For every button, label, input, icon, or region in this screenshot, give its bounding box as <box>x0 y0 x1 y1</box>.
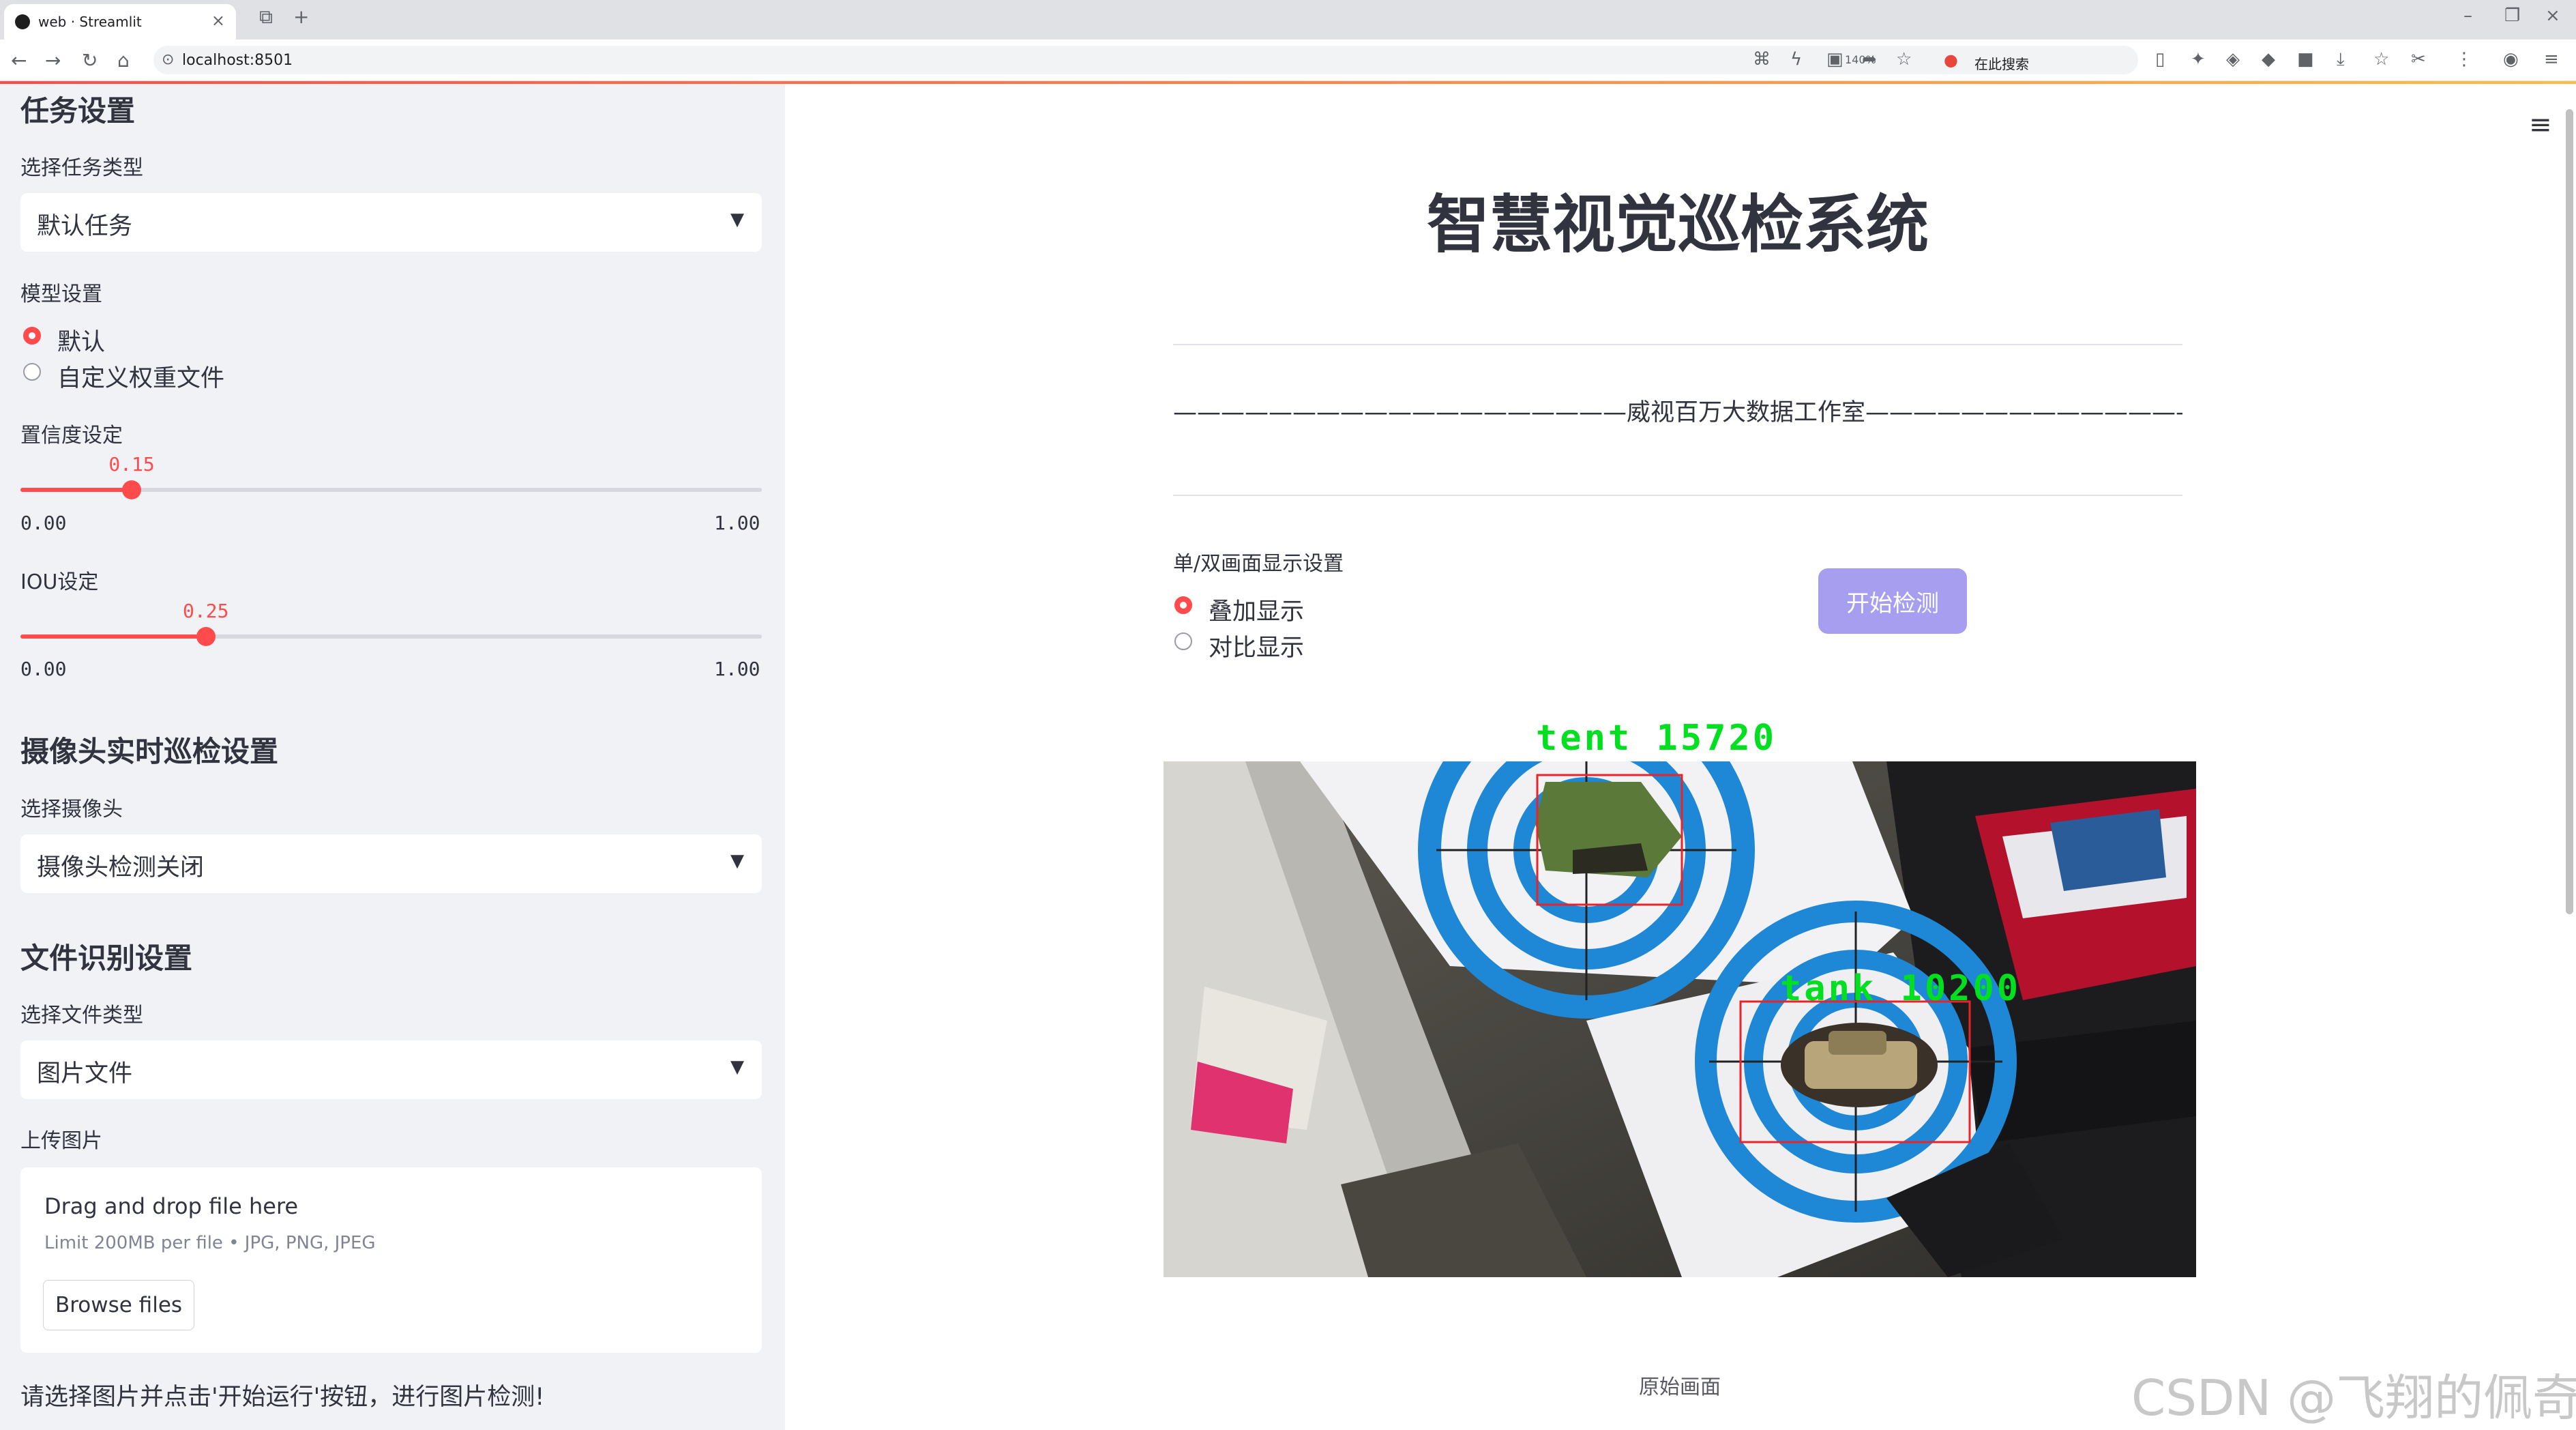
extension-icon[interactable]: ◈ <box>2226 49 2240 70</box>
radio-dot[interactable] <box>1174 596 1192 614</box>
iou-slider-thumb[interactable] <box>196 627 216 646</box>
back-icon[interactable]: ← <box>11 49 27 72</box>
screenshot-icon[interactable]: ▣ <box>1826 49 1844 70</box>
site-info-icon[interactable]: ⊙ <box>162 51 174 68</box>
sidebar: 任务设置 选择任务类型 默认任务 ▼ 模型设置 默认 自定义权重文件 置信度设定… <box>0 84 785 1430</box>
reload-icon[interactable]: ↻ <box>82 49 98 72</box>
task-type-select[interactable]: 默认任务 ▼ <box>20 193 762 252</box>
confidence-slider[interactable] <box>20 480 762 499</box>
lightning-icon[interactable]: ϟ <box>1790 49 1802 70</box>
restore-icon[interactable]: ❐ <box>2504 5 2520 26</box>
iou-slider-fill <box>20 634 206 639</box>
hamburger-menu-icon[interactable]: ≡ <box>2529 109 2552 141</box>
page-subtitle: ———————————————————威视百万大数据工作室———————————… <box>1173 399 2182 426</box>
window-close-icon[interactable]: × <box>2545 5 2560 26</box>
start-detection-button[interactable]: 开始检测 <box>1818 568 1967 634</box>
main-scrollbar[interactable] <box>2566 109 2573 914</box>
streamlit-favicon-icon <box>15 14 30 29</box>
task-type-label: 选择任务类型 <box>20 156 143 180</box>
camera-settings-heading: 摄像头实时巡检设置 <box>20 735 279 768</box>
dropzone-limit: Limit 200MB per file • JPG, PNG, JPEG <box>44 1233 376 1253</box>
file-settings-heading: 文件识别设置 <box>20 942 193 975</box>
radio-label: 叠加显示 <box>1209 598 1305 626</box>
browse-files-button[interactable]: Browse files <box>43 1280 194 1330</box>
address-bar: ← → ↻ ⌂ ⊙ localhost:8501 140% ⌘ ϟ ▣ ➦ ☆ … <box>0 40 2576 81</box>
iou-value: 0.25 <box>183 600 229 622</box>
share-icon[interactable]: ➦ <box>1862 49 1877 70</box>
chevron-down-icon: ▼ <box>730 209 744 230</box>
search-box[interactable]: ● 在此搜索 <box>1937 46 2135 74</box>
tab-group-icon[interactable]: ⧉ <box>259 5 273 29</box>
camera-value: 摄像头检测关闭 <box>37 854 205 881</box>
detection-label-tank: tank 10200 <box>1780 968 2022 1009</box>
chevron-down-icon: ▼ <box>730 851 744 871</box>
translate-icon[interactable]: ⌘ <box>1753 49 1771 70</box>
more-menu-icon[interactable]: ⋮ <box>2455 49 2473 70</box>
extension-icon[interactable]: ■ <box>2297 49 2314 70</box>
confidence-min: 0.00 <box>20 512 67 534</box>
radio-dot[interactable] <box>23 363 41 381</box>
sidebar-hint: 请选择图片并点击'开始运行'按钮，进行图片检测! <box>20 1384 545 1411</box>
image-caption: 原始画面 <box>1639 1375 1721 1399</box>
confidence-slider-thumb[interactable] <box>122 480 142 499</box>
browser-tab-bar: web · Streamlit × ⧉ + – ❐ × <box>0 0 2576 40</box>
radio-dot[interactable] <box>23 327 41 345</box>
file-type-value: 图片文件 <box>37 1060 133 1088</box>
url-text: localhost:8501 <box>182 52 293 69</box>
camera-label: 选择摄像头 <box>20 798 123 821</box>
confidence-label: 置信度设定 <box>20 424 123 448</box>
detection-label-tent: tent 15720 <box>1536 718 1777 759</box>
minimize-icon[interactable]: – <box>2463 5 2472 26</box>
detection-result-image: tank 10200 <box>1164 761 2196 1277</box>
favorites-icon[interactable]: ☆ <box>2373 49 2389 70</box>
tab-title: web · Streamlit <box>38 14 142 30</box>
detection-photo-svg <box>1164 761 2196 1277</box>
file-dropzone[interactable]: Drag and drop file here Limit 200MB per … <box>20 1167 762 1353</box>
download-icon[interactable]: ⤓ <box>2337 49 2345 70</box>
home-icon[interactable]: ⌂ <box>117 49 130 72</box>
forward-icon[interactable]: → <box>45 49 61 72</box>
iou-max: 1.00 <box>714 658 760 680</box>
camera-select[interactable]: 摄像头检测关闭 ▼ <box>20 834 762 893</box>
search-engine-icon[interactable]: ● <box>1944 50 1958 70</box>
cut-icon[interactable]: ✂ <box>2411 49 2426 70</box>
bookmark-star-icon[interactable]: ☆ <box>1896 49 1912 70</box>
dropzone-title: Drag and drop file here <box>44 1193 299 1219</box>
divider <box>1173 344 2182 345</box>
radio-label: 对比显示 <box>1209 634 1305 662</box>
radio-label: 默认 <box>57 329 106 356</box>
file-type-select[interactable]: 图片文件 ▼ <box>20 1040 762 1099</box>
confidence-value: 0.15 <box>108 453 155 476</box>
avatar[interactable]: ◉ <box>2503 49 2519 70</box>
radio-dot[interactable] <box>1174 632 1192 650</box>
confidence-slider-fill <box>20 488 132 492</box>
iou-label: IOU设定 <box>20 570 99 594</box>
iou-slider[interactable] <box>20 627 762 646</box>
browser-tab[interactable]: web · Streamlit × <box>4 4 236 40</box>
new-tab-icon[interactable]: + <box>293 5 309 28</box>
watermark-text: CSDN @飞翔的佩奇 <box>2131 1369 2576 1427</box>
reading-icon[interactable]: ▯ <box>2155 49 2165 70</box>
task-settings-heading: 任务设置 <box>20 94 136 128</box>
model-settings-label: 模型设置 <box>20 282 102 306</box>
tab-close-icon[interactable]: × <box>211 11 225 30</box>
file-type-label: 选择文件类型 <box>20 1004 143 1027</box>
extension-icon[interactable]: ✦ <box>2191 49 2206 70</box>
search-placeholder: 在此搜索 <box>1974 56 2029 72</box>
chevron-down-icon: ▼ <box>730 1057 744 1077</box>
extension-icon[interactable]: ◆ <box>2262 49 2275 70</box>
divider <box>1173 495 2182 496</box>
browser-menu-icon[interactable]: ≡ <box>2544 49 2559 70</box>
confidence-max: 1.00 <box>714 512 760 534</box>
display-mode-label: 单/双画面显示设置 <box>1173 552 1344 576</box>
task-type-value: 默认任务 <box>37 213 133 240</box>
page-title: 智慧视觉巡检系统 <box>1426 188 1929 261</box>
upload-label: 上传图片 <box>20 1129 102 1153</box>
radio-label: 自定义权重文件 <box>57 365 225 392</box>
iou-min: 0.00 <box>20 658 67 680</box>
